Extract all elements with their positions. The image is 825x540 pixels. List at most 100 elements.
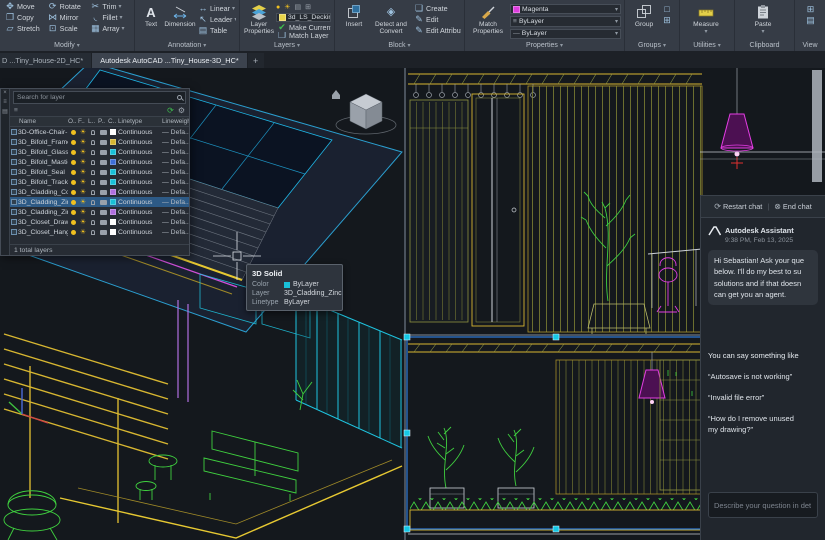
layer-plot-icon[interactable] xyxy=(99,129,107,135)
layer-freeze-icon[interactable]: ☀ xyxy=(78,149,88,156)
layer-plot-icon[interactable] xyxy=(99,179,107,185)
panel-label-groups[interactable]: Groups xyxy=(625,40,679,51)
layer-row[interactable]: 3D_Closet_Hang... ☀ Continuous — Defa... xyxy=(10,227,189,237)
palette-title-bar[interactable]: × ≡ ▤ xyxy=(1,89,10,255)
file-tab-3d[interactable]: Autodesk AutoCAD ...Tiny_House-3D_HC* xyxy=(92,53,247,68)
layer-plot-icon[interactable] xyxy=(99,209,107,215)
layer-row[interactable]: 3D_Bifold_Seal ☀ Continuous — Defa... xyxy=(10,167,189,177)
layer-on-icon[interactable] xyxy=(70,199,76,205)
layer-freeze-icon[interactable]: ☀ xyxy=(78,229,88,236)
layer-color-swatch[interactable] xyxy=(110,199,116,205)
layer-row[interactable]: 3D_Bifold_Glass ☀ Continuous — Defa... xyxy=(10,147,189,157)
ungroup-button[interactable]: □ xyxy=(661,5,676,14)
layer-row[interactable]: 3D_Bifold_Mastic ☀ Continuous — Defa... xyxy=(10,157,189,167)
linear-button[interactable]: ↔ Linear ▾ xyxy=(197,4,236,13)
panel-label-annotation[interactable]: Annotation xyxy=(135,40,239,51)
layer-row[interactable]: 3D_Cladding_Zinc ☀ Continuous — Defa... xyxy=(10,197,189,207)
create-block-button[interactable]: ❏ Create xyxy=(413,4,461,13)
suggestion-autosave[interactable]: “Autosave is not working” xyxy=(708,372,818,381)
layer-state-icons[interactable]: ● ☀ ▤ ⊞ xyxy=(276,3,331,12)
text-button[interactable]: A Text xyxy=(139,2,163,39)
suggestion-invalid-file[interactable]: “Invalid file error” xyxy=(708,393,818,402)
panel-label-view[interactable]: View xyxy=(795,40,825,51)
layer-lock-icon[interactable] xyxy=(91,219,95,225)
group-button[interactable]: Group xyxy=(629,2,659,39)
layer-lock-icon[interactable] xyxy=(91,179,95,185)
leader-button[interactable]: ↖ Leader ▾ xyxy=(197,15,236,24)
layer-color-swatch[interactable] xyxy=(110,229,116,235)
match-layer-button[interactable]: ❐ Match Layer xyxy=(276,32,331,39)
fillet-button[interactable]: ◟ Fillet ▾ xyxy=(89,13,131,22)
layer-on-icon[interactable] xyxy=(70,219,76,225)
layer-freeze-icon[interactable]: ☀ xyxy=(78,159,88,166)
layer-lock-icon[interactable] xyxy=(91,129,95,135)
layer-freeze-icon[interactable]: ☀ xyxy=(78,219,88,226)
layer-plot-icon[interactable] xyxy=(99,219,107,225)
new-drawing-tab-button[interactable]: + xyxy=(247,53,264,68)
chat-input[interactable]: Describe your question in det xyxy=(708,492,818,518)
layer-freeze-icon[interactable]: ☀ xyxy=(78,139,88,146)
layer-lock-icon[interactable] xyxy=(91,149,95,155)
layer-lock-icon[interactable] xyxy=(91,169,95,175)
layer-row[interactable]: 3D_Cladding_Zin... ☀ Continuous — Defa... xyxy=(10,207,189,217)
make-current-button[interactable]: ✔ Make Current xyxy=(276,24,331,31)
layer-color-swatch[interactable] xyxy=(110,169,116,175)
layer-color-swatch[interactable] xyxy=(110,149,116,155)
layer-lock-icon[interactable] xyxy=(91,159,95,165)
insert-button[interactable]: Insert xyxy=(339,2,369,39)
layer-plot-icon[interactable] xyxy=(99,159,107,165)
panel-label-modify[interactable]: Modify xyxy=(0,40,134,51)
layer-row[interactable]: 3D_Cladding_Co... ☀ Continuous — Defa... xyxy=(10,187,189,197)
refresh-icon[interactable]: ⟳ xyxy=(167,106,174,115)
layer-freeze-icon[interactable]: ☀ xyxy=(78,199,88,206)
layer-color-swatch[interactable] xyxy=(110,189,116,195)
layer-freeze-icon[interactable]: ☀ xyxy=(78,129,88,136)
layer-color-swatch[interactable] xyxy=(110,209,116,215)
layer-color-swatch[interactable] xyxy=(110,139,116,145)
layer-lock-icon[interactable] xyxy=(91,199,95,205)
layer-freeze-icon[interactable]: ☀ xyxy=(78,179,88,186)
layer-plot-icon[interactable] xyxy=(99,199,107,205)
layer-freeze-icon[interactable]: ☀ xyxy=(78,169,88,176)
move-button[interactable]: ✥ Move xyxy=(4,2,46,11)
file-tab-2d[interactable]: D ...Tiny_House-2D_HC* xyxy=(0,53,92,68)
match-properties-button[interactable]: Match Properties xyxy=(469,2,507,39)
layer-freeze-icon[interactable]: ☀ xyxy=(78,209,88,216)
layer-properties-button[interactable]: Layer Properties xyxy=(244,2,274,39)
layer-on-icon[interactable] xyxy=(70,229,76,235)
settings-gear-icon[interactable]: ⚙ xyxy=(178,106,185,115)
layer-plot-icon[interactable] xyxy=(99,229,107,235)
suggestion-remove-unused[interactable]: “How do I remove unused xyxy=(708,414,818,423)
layer-lock-icon[interactable] xyxy=(91,139,95,145)
layer-row[interactable]: 3D-Office-Chair-... ☀ Continuous — Defa... xyxy=(10,127,189,137)
rotate-button[interactable]: ⟳ Rotate xyxy=(47,2,89,11)
layer-color-swatch[interactable] xyxy=(110,159,116,165)
layer-plot-icon[interactable] xyxy=(99,189,107,195)
drawing-canvas[interactable]: × ≡ ▤ Search for layer ≡ ⟳ ⚙ Name O.. F.. xyxy=(0,68,825,540)
scale-button[interactable]: ⊡ Scale xyxy=(47,24,89,33)
layer-plot-icon[interactable] xyxy=(99,149,107,155)
layer-on-icon[interactable] xyxy=(70,179,76,185)
layer-on-icon[interactable] xyxy=(70,159,76,165)
layer-row[interactable]: 3D_Closet_Draw... ☀ Continuous — Defa... xyxy=(10,217,189,227)
panel-label-properties[interactable]: Properties xyxy=(465,40,624,51)
edit-block-button[interactable]: ✎ Edit xyxy=(413,15,461,24)
edit-attributes-button[interactable]: ✎Edit Attributes▾ xyxy=(413,26,461,35)
suggestion-remove-unused-2[interactable]: my drawing?” xyxy=(708,425,818,434)
paste-button[interactable]: Paste ▾ xyxy=(739,2,787,35)
layer-lock-icon[interactable] xyxy=(91,189,95,195)
layer-color-swatch[interactable] xyxy=(110,179,116,185)
layer-color-swatch[interactable] xyxy=(110,129,116,135)
mirror-button[interactable]: ⋈ Mirror xyxy=(47,13,89,22)
lineweight-dropdown[interactable]: ≡ ByLayer xyxy=(510,16,621,27)
detect-convert-button[interactable]: ◈ Detect and Convert xyxy=(371,2,411,39)
measure-button[interactable]: Measure ▾ xyxy=(684,2,728,35)
layer-on-icon[interactable] xyxy=(70,129,76,135)
viewcube-toggle-icon[interactable]: ▤ xyxy=(806,16,815,25)
layer-row[interactable]: 3D_Bifold_Frame ☀ Continuous — Defa... xyxy=(10,137,189,147)
array-button[interactable]: ▦ Array ▾ xyxy=(89,24,131,33)
layer-on-icon[interactable] xyxy=(70,209,76,215)
panel-label-clipboard[interactable]: Clipboard xyxy=(735,40,794,51)
end-chat-button[interactable]: ⊗ End chat xyxy=(774,202,812,211)
layer-on-icon[interactable] xyxy=(70,139,76,145)
